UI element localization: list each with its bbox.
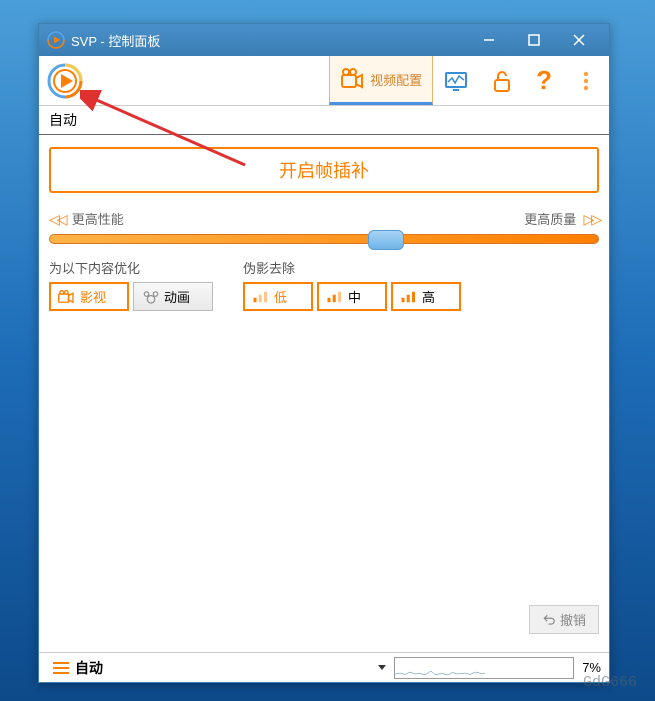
bars-low-icon xyxy=(252,290,270,304)
logo-menu-button[interactable] xyxy=(47,56,101,105)
hamburger-icon xyxy=(53,662,69,674)
undo-row: 撤销 xyxy=(49,599,599,640)
quality-slider-section: ◁◁ 更高性能 更高质量 ▷▷ xyxy=(49,209,599,244)
optimize-title: 为以下内容优化 xyxy=(49,258,213,277)
minimize-icon xyxy=(483,34,495,46)
arrow-right-icon: ▷▷ xyxy=(583,211,599,227)
tab-monitor[interactable] xyxy=(433,56,479,105)
artifact-option-medium[interactable]: 中 xyxy=(317,282,387,311)
slider-thumb[interactable] xyxy=(368,230,404,250)
optimize-option-anime[interactable]: 动画 xyxy=(133,282,213,311)
slider-labels: ◁◁ 更高性能 更高质量 ▷▷ xyxy=(49,209,599,228)
tab-help[interactable]: ? xyxy=(525,56,563,105)
quality-slider[interactable] xyxy=(49,234,599,244)
film-camera-icon xyxy=(58,290,76,304)
lock-icon xyxy=(490,69,514,93)
status-profile-label: 自动 xyxy=(75,658,103,678)
bars-medium-icon xyxy=(326,290,344,304)
options-row: 为以下内容优化 影视 xyxy=(49,258,599,311)
toolbar: 视频配置 ? xyxy=(39,56,609,106)
status-profile-menu[interactable]: 自动 xyxy=(47,655,109,681)
tab-more[interactable] xyxy=(563,56,609,105)
monitor-icon xyxy=(444,69,468,93)
tab-lock[interactable] xyxy=(479,56,525,105)
app-window: SVP - 控制面板 xyxy=(38,23,610,683)
window-title: SVP - 控制面板 xyxy=(71,31,466,50)
toggle-frame-interpolation-button[interactable]: 开启帧插补 xyxy=(49,147,599,193)
performance-graph xyxy=(394,657,574,679)
optimize-option-film[interactable]: 影视 xyxy=(49,282,129,311)
close-icon xyxy=(573,34,585,46)
tab-video-config-label: 视频配置 xyxy=(370,70,422,89)
close-button[interactable] xyxy=(556,24,601,56)
undo-icon xyxy=(542,613,556,627)
chevron-down-icon[interactable] xyxy=(378,665,386,670)
app-icon xyxy=(47,31,65,49)
optimize-option-label: 影视 xyxy=(80,287,106,306)
optimize-group: 为以下内容优化 影视 xyxy=(49,258,213,311)
question-icon: ? xyxy=(536,65,552,96)
statusbar: 自动 7% xyxy=(39,652,609,682)
artifact-option-high[interactable]: 高 xyxy=(391,282,461,311)
maximize-icon xyxy=(528,34,540,46)
artifact-option-label: 高 xyxy=(422,287,435,306)
cpu-percent: 7% xyxy=(582,660,601,675)
toggle-button-label: 开启帧插补 xyxy=(279,161,369,181)
minimize-button[interactable] xyxy=(466,24,511,56)
artifact-group: 伪影去除 低 xyxy=(243,258,461,311)
artifact-option-label: 低 xyxy=(274,287,287,306)
window-controls xyxy=(466,24,601,56)
chevron-down-icon xyxy=(85,94,93,99)
mouse-head-icon xyxy=(142,290,160,304)
slider-left-label: 更高性能 xyxy=(72,212,124,227)
bars-high-icon xyxy=(400,290,418,304)
undo-label: 撤销 xyxy=(560,610,586,629)
arrow-left-icon: ◁◁ xyxy=(49,211,65,227)
more-vertical-icon xyxy=(574,69,598,93)
tab-video-config[interactable]: 视频配置 xyxy=(329,56,433,105)
undo-button[interactable]: 撤销 xyxy=(529,605,599,634)
profile-current-label: 自动 xyxy=(49,112,77,128)
artifact-option-low[interactable]: 低 xyxy=(243,282,313,311)
artifact-option-label: 中 xyxy=(348,287,361,306)
titlebar: SVP - 控制面板 xyxy=(39,24,609,56)
profile-selector[interactable]: 自动 xyxy=(39,106,609,135)
camera-icon xyxy=(340,67,364,91)
maximize-button[interactable] xyxy=(511,24,556,56)
artifact-title: 伪影去除 xyxy=(243,258,461,277)
main-content: 开启帧插补 ◁◁ 更高性能 更高质量 ▷▷ 为以下内容优化 xyxy=(39,135,609,652)
optimize-option-label: 动画 xyxy=(164,287,190,306)
slider-right-label: 更高质量 xyxy=(524,212,576,227)
logo-icon xyxy=(47,63,83,99)
graph-line-icon xyxy=(395,666,485,676)
